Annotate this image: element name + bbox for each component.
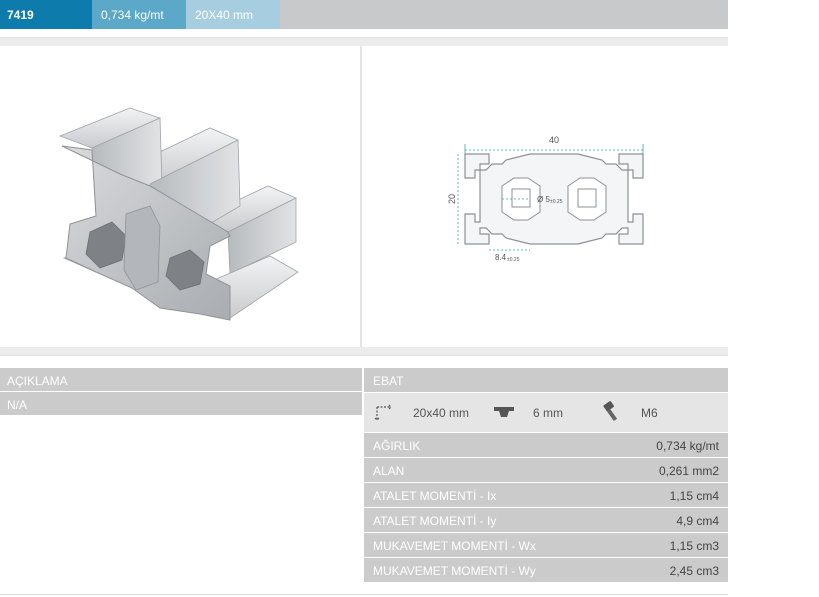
spec-value: 2,45 cm3 bbox=[669, 564, 719, 578]
bottom-divider bbox=[0, 594, 728, 595]
spec-row: MUKAVEMET MOMENTİ - Wx 1,15 cm3 bbox=[364, 533, 728, 558]
specs-label: EBAT bbox=[364, 368, 728, 392]
dimension-summary-row: 20x40 mm 6 mm M6 bbox=[364, 392, 728, 433]
dimension-icon bbox=[374, 404, 394, 427]
spec-key: AĞIRLIK bbox=[373, 439, 421, 453]
profile-3d-image bbox=[0, 46, 362, 347]
spec-row: MUKAVEMET MOMENTİ - Wy 2,45 cm3 bbox=[364, 558, 728, 583]
spec-value: 0,261 mm2 bbox=[658, 464, 719, 478]
description-panel: AÇIKLAMA N/A bbox=[0, 368, 362, 416]
product-code: 7419 bbox=[0, 0, 92, 29]
height-dimension-label: 20 bbox=[447, 194, 457, 204]
hole-tolerance-label: ±0.25 bbox=[550, 199, 563, 205]
hole-dimension-label: Ø 5 bbox=[537, 195, 550, 204]
spec-row: ALAN 0,261 mm2 bbox=[364, 458, 728, 483]
spec-key: MUKAVEMET MOMENTİ - Wy bbox=[373, 564, 536, 578]
spec-value: 1,15 cm4 bbox=[669, 489, 719, 503]
product-size: 20X40 mm bbox=[186, 0, 280, 29]
profile-technical-drawing: 40 20 Ø 5 ±0.25 8.4 ±0.25 bbox=[364, 46, 728, 347]
spec-key: ATALET MOMENTİ - Iy bbox=[373, 514, 497, 528]
dimension-value: 20x40 mm bbox=[413, 406, 470, 420]
slot-dimension-label: 8.4 bbox=[495, 253, 507, 262]
profile-3d-illustration bbox=[58, 107, 299, 321]
slot-value: 6 mm bbox=[533, 406, 563, 420]
spec-value: 1,15 cm3 bbox=[669, 539, 719, 553]
t-slot-nut-icon bbox=[493, 405, 515, 424]
spec-key: MUKAVEMET MOMENTİ - Wx bbox=[373, 539, 536, 553]
description-value: N/A bbox=[0, 392, 362, 416]
spec-key: ALAN bbox=[373, 464, 405, 478]
bolt-icon bbox=[602, 401, 624, 428]
product-header-bar: 7419 0,734 kg/mt 20X40 mm bbox=[0, 0, 728, 29]
description-label: AÇIKLAMA bbox=[0, 368, 362, 392]
spec-value: 4,9 cm4 bbox=[676, 514, 719, 528]
spec-value: 0,734 kg/mt bbox=[656, 439, 719, 453]
product-weight: 0,734 kg/mt bbox=[92, 0, 186, 29]
cross-section-drawing: 40 20 Ø 5 ±0.25 8.4 ±0.25 bbox=[447, 135, 644, 263]
specs-panel: EBAT 20x40 mm 6 mm M6 AĞIRLIK 0,734 kg/m… bbox=[364, 368, 728, 583]
width-dimension-label: 40 bbox=[549, 135, 559, 145]
spec-row: AĞIRLIK 0,734 kg/mt bbox=[364, 433, 728, 458]
slot-tolerance-label: ±0.25 bbox=[507, 257, 520, 263]
spec-row: ATALET MOMENTİ - Iy 4,9 cm4 bbox=[364, 508, 728, 533]
bolt-value: M6 bbox=[641, 406, 658, 420]
divider-strip bbox=[0, 37, 728, 46]
spec-row: ATALET MOMENTİ - Ix 1,15 cm4 bbox=[364, 483, 728, 508]
spec-key: ATALET MOMENTİ - Ix bbox=[373, 489, 497, 503]
divider-strip bbox=[0, 347, 728, 356]
